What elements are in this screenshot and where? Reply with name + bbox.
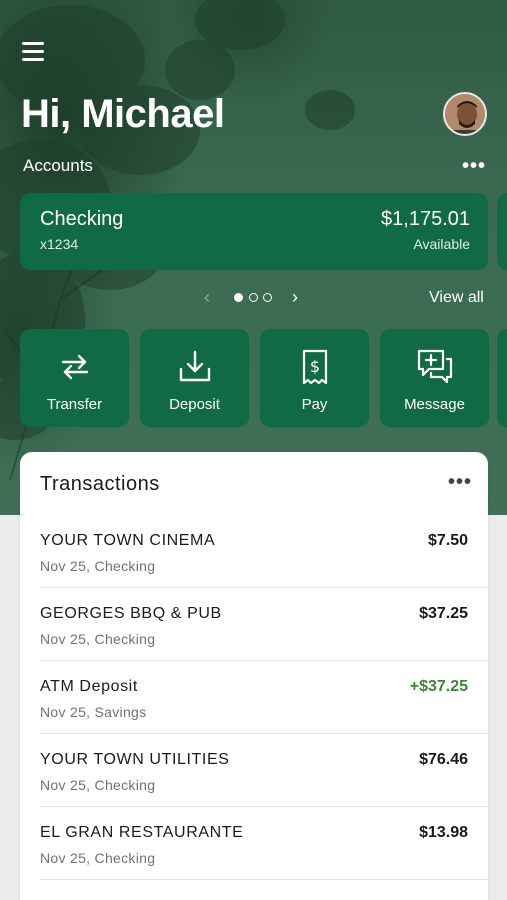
account-card-checking[interactable]: Checking x1234 $1,175.01 Available — [20, 193, 488, 270]
pager-dot[interactable] — [249, 293, 258, 302]
transaction-row[interactable]: YOUR TOWN CINEMA Nov 25, Checking $7.50 — [40, 515, 488, 588]
transaction-amount: $13.98 — [419, 824, 468, 841]
deposit-label: Deposit — [169, 396, 220, 413]
transactions-list: YOUR TOWN CINEMA Nov 25, Checking $7.50 … — [20, 515, 488, 880]
transaction-amount: $37.25 — [419, 605, 468, 622]
message-icon — [380, 347, 489, 387]
menu-icon-line — [22, 58, 44, 61]
transfer-label: Transfer — [46, 396, 103, 413]
accounts-label: Accounts — [23, 156, 93, 175]
view-all-link[interactable]: View all — [429, 289, 484, 307]
deposit-button[interactable]: Deposit — [140, 329, 249, 427]
svg-text:$: $ — [309, 357, 319, 376]
transaction-merchant: YOUR TOWN UTILITIES — [40, 751, 230, 768]
account-name: Checking — [40, 208, 124, 230]
transaction-amount: $76.46 — [419, 751, 468, 768]
chevron-left-icon[interactable]: ‹ — [204, 287, 210, 307]
accounts-more-button[interactable]: ••• — [462, 156, 486, 176]
action-next[interactable] — [497, 329, 507, 427]
transaction-amount: $7.50 — [427, 532, 468, 549]
transaction-merchant: GEORGES BBQ & PUB — [40, 605, 222, 622]
transaction-row[interactable]: GEORGES BBQ & PUB Nov 25, Checking $37.2… — [40, 588, 488, 661]
pager-dot[interactable] — [263, 293, 272, 302]
transaction-row[interactable]: YOUR TOWN UTILITIES Nov 25, Checking $76… — [40, 734, 488, 807]
transaction-date-account: Nov 25, Checking — [40, 850, 156, 866]
account-card-next[interactable] — [497, 193, 507, 270]
pager-dot-active[interactable] — [234, 293, 243, 302]
pay-icon: $ — [260, 347, 369, 387]
pay-button[interactable]: $ Pay — [260, 329, 369, 427]
avatar[interactable] — [443, 92, 487, 136]
menu-button[interactable] — [22, 42, 48, 66]
chevron-right-icon[interactable]: › — [292, 287, 298, 307]
transaction-merchant: YOUR TOWN CINEMA — [40, 532, 216, 549]
account-pager: ‹ › — [200, 287, 310, 307]
account-number: x1234 — [40, 236, 79, 252]
transaction-row[interactable]: ATM Deposit Nov 25, Savings +$37.25 — [40, 661, 488, 734]
transaction-date-account: Nov 25, Checking — [40, 777, 156, 793]
quick-actions: Transfer Deposit $ Pay Message — [20, 329, 507, 427]
account-balance: $1,175.01 — [381, 208, 470, 230]
transaction-merchant: ATM Deposit — [40, 678, 138, 695]
transaction-row[interactable]: EL GRAN RESTAURANTE Nov 25, Checking $13… — [40, 807, 488, 880]
transaction-amount-credit: +$37.25 — [409, 678, 468, 695]
menu-icon-line — [22, 50, 44, 53]
transfer-icon — [20, 347, 129, 387]
transaction-merchant: EL GRAN RESTAURANTE — [40, 824, 244, 841]
deposit-icon — [140, 347, 249, 387]
transaction-date-account: Nov 25, Savings — [40, 704, 147, 720]
menu-icon — [22, 42, 44, 45]
transfer-button[interactable]: Transfer — [20, 329, 129, 427]
transaction-date-account: Nov 25, Checking — [40, 558, 156, 574]
account-balance-label: Available — [413, 236, 470, 252]
transaction-date-account: Nov 25, Checking — [40, 631, 156, 647]
transactions-title: Transactions — [40, 473, 160, 495]
greeting-title: Hi, Michael — [21, 92, 225, 136]
transactions-card: Transactions ••• YOUR TOWN CINEMA Nov 25… — [20, 452, 488, 900]
pay-label: Pay — [301, 396, 328, 413]
transactions-more-button[interactable]: ••• — [448, 472, 472, 492]
message-label: Message — [404, 396, 465, 413]
message-button[interactable]: Message — [380, 329, 489, 427]
